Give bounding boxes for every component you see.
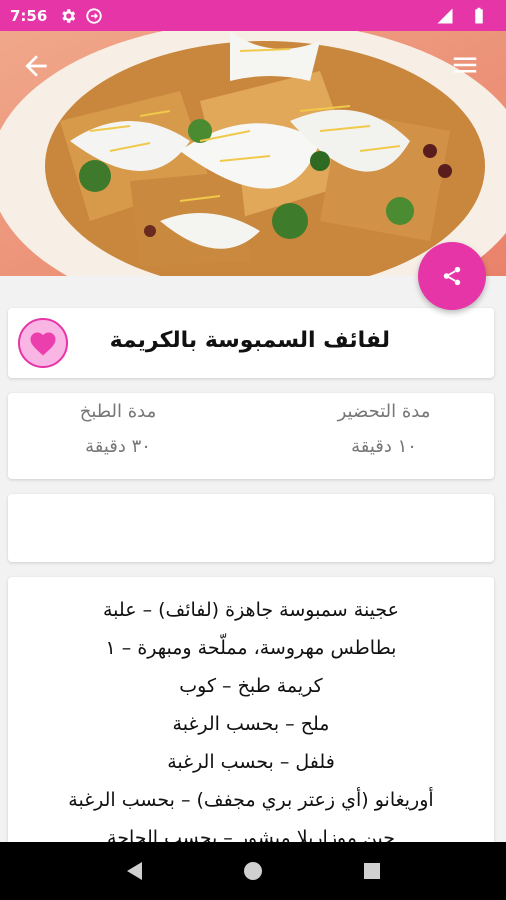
recipe-title: لفائف السمبوسة بالكريمة <box>109 328 390 353</box>
favorite-button[interactable] <box>18 318 68 368</box>
nav-home-button[interactable] <box>240 858 266 884</box>
recipe-title-card: لفائف السمبوسة بالكريمة <box>8 308 494 378</box>
square-recents-icon <box>363 863 380 879</box>
ingredient-item: عجينة سمبوسة جاهزة (لفائف) – علبة <box>102 599 400 621</box>
battery-icon <box>470 7 488 25</box>
arrow-back-icon <box>25 55 47 77</box>
status-time: 7:56 <box>10 6 48 25</box>
ingredients-card[interactable]: عجينة سمبوسة جاهزة (لفائف) – علبة بطاطس … <box>8 577 494 867</box>
circle-home-icon <box>243 862 262 880</box>
ingredient-item: بطاطس مهروسة، مملّحة ومبهرة – ١ <box>105 637 397 659</box>
ingredient-item: فلفل – بحسب الرغبة <box>167 751 335 773</box>
ingredient-item: أوريغانو (أي زعتر بري مجفف) – بحسب الرغب… <box>68 789 434 811</box>
recipe-hero-image <box>0 31 506 276</box>
system-nav-bar <box>0 842 506 900</box>
prep-time-label: مدة التحضير <box>337 401 431 422</box>
nav-recents-button[interactable] <box>359 858 385 884</box>
ingredients-list: عجينة سمبوسة جاهزة (لفائف) – علبة بطاطس … <box>22 591 480 857</box>
menu-button[interactable] <box>450 50 480 80</box>
heart-icon <box>30 332 56 356</box>
cook-time: مدة الطبخ ٣٠ دقيقة <box>8 401 228 457</box>
cook-time-label: مدة الطبخ <box>79 401 157 422</box>
settings-icon <box>59 7 77 25</box>
nav-back-button[interactable] <box>121 858 147 884</box>
recipe-times-card: مدة التحضير ١٠ دقيقة مدة الطبخ ٣٠ دقيقة <box>8 393 494 479</box>
share-icon <box>443 266 461 286</box>
ingredient-item: ملح – بحسب الرغبة <box>172 713 330 735</box>
prep-time-value: ١٠ دقيقة <box>351 436 417 457</box>
status-bar: 7:56 <box>0 0 506 31</box>
cook-time-value: ٣٠ دقيقة <box>85 436 151 457</box>
share-button[interactable] <box>418 242 486 310</box>
prep-time: مدة التحضير ١٠ دقيقة <box>274 401 494 457</box>
ingredient-item: كريمة طبخ – كوب <box>179 675 323 697</box>
menu-icon <box>453 57 477 73</box>
triangle-back-icon <box>127 862 143 880</box>
back-button[interactable] <box>20 50 52 82</box>
sync-icon <box>85 7 103 25</box>
signal-icon <box>436 7 454 25</box>
empty-card <box>8 494 494 562</box>
